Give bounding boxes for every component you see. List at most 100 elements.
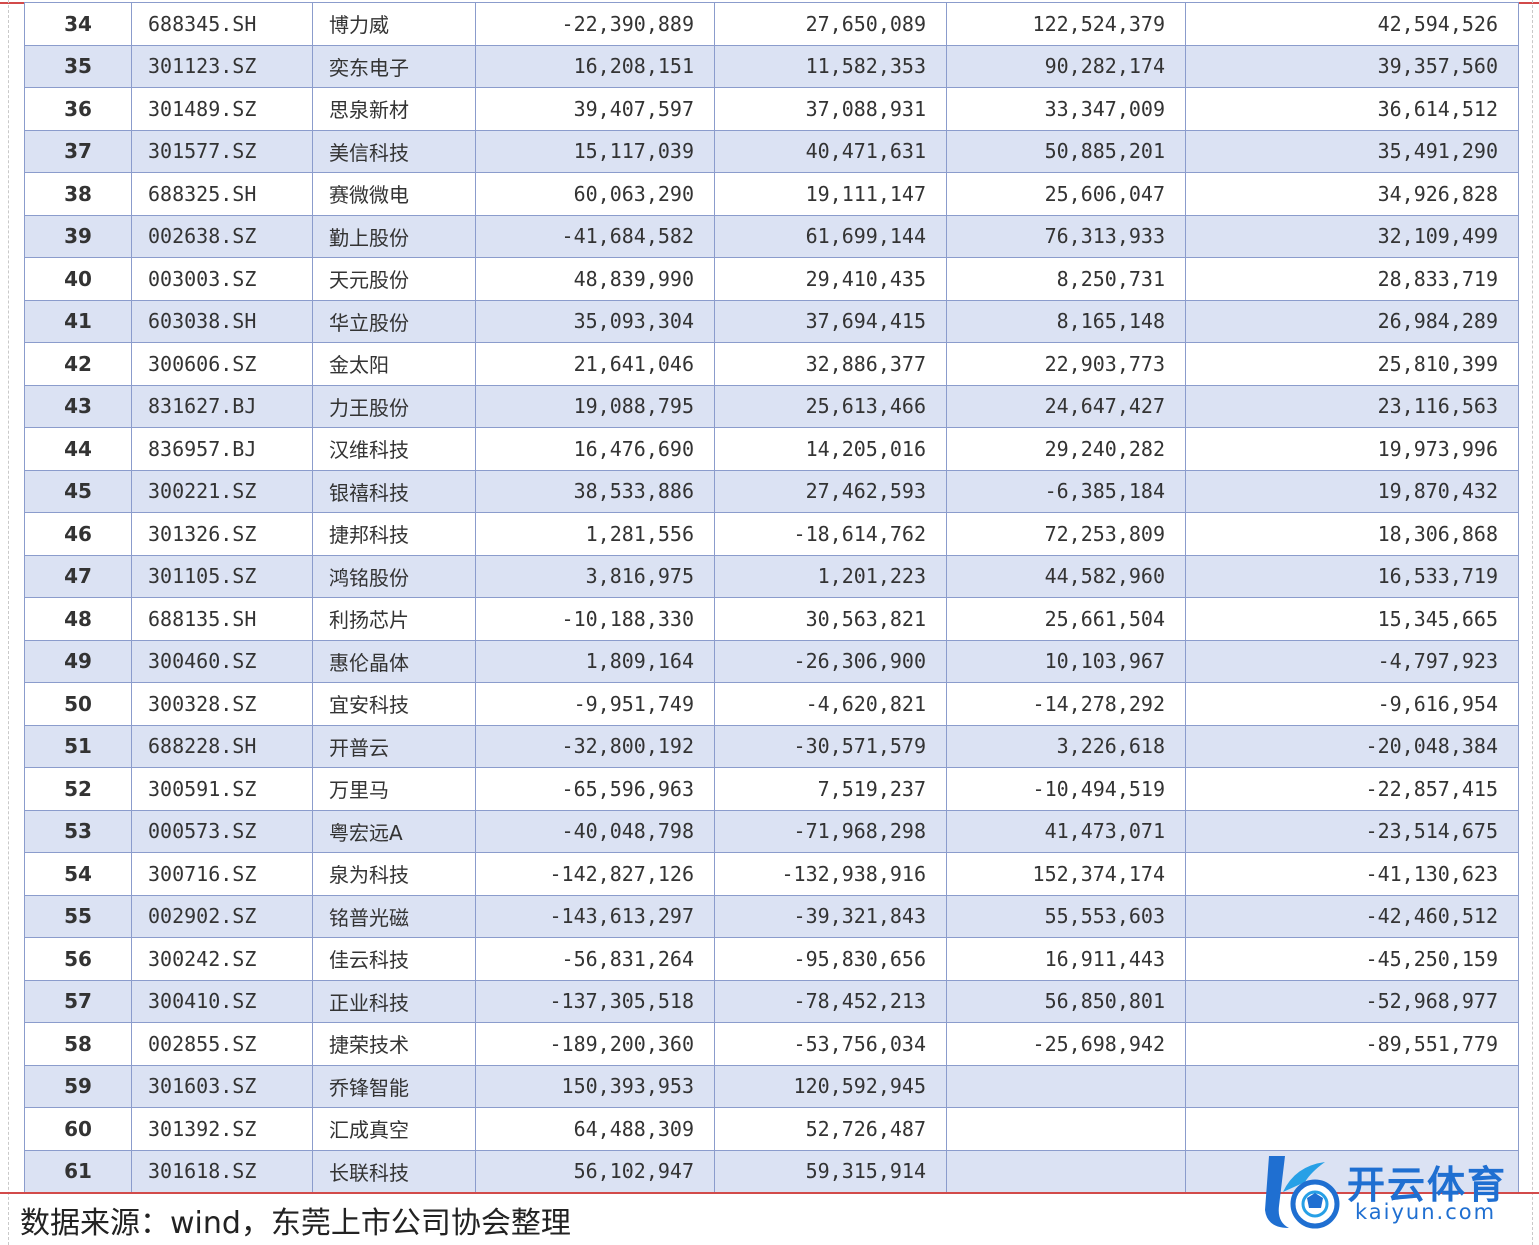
value-col-3-cell: 55,553,603 bbox=[946, 894, 1186, 938]
company-name-cell: 铭普光磁 bbox=[312, 894, 476, 938]
value-col-1-cell: 19,088,795 bbox=[475, 384, 715, 428]
value-col-2-cell: 25,613,466 bbox=[714, 384, 947, 428]
value-col-1-cell: 1,809,164 bbox=[475, 639, 715, 683]
company-name-cell: 正业科技 bbox=[312, 979, 476, 1023]
company-name-cell: 天元股份 bbox=[312, 257, 476, 301]
value-col-4-cell: -41,130,623 bbox=[1185, 852, 1519, 896]
kaiyun-logo-icon bbox=[1265, 1156, 1340, 1229]
value-col-1-cell: 16,208,151 bbox=[475, 44, 715, 88]
value-col-1-cell: 35,093,304 bbox=[475, 299, 715, 343]
value-col-1-cell: 3,816,975 bbox=[475, 554, 715, 598]
value-col-2-cell: 120,592,945 bbox=[714, 1064, 947, 1108]
table-row: 37 301577.SZ 美信科技 15,117,039 40,471,631 50,88… bbox=[24, 129, 1519, 173]
value-col-2-cell: -71,968,298 bbox=[714, 809, 947, 853]
value-col-4-cell: -23,514,675 bbox=[1185, 809, 1519, 853]
table-row: 54 300716.SZ 泉为科技 -142,827,126 -132,938,916 1… bbox=[24, 852, 1519, 896]
data-source-note: 数据来源：wind，东莞上市公司协会整理 bbox=[20, 1206, 571, 1241]
table-row: 53 000573.SZ 粤宏远A -40,048,798 -71,968,298 41,… bbox=[24, 809, 1519, 853]
table-row: 58 002855.SZ 捷荣技术 -189,200,360 -53,756,034 -2… bbox=[24, 1022, 1519, 1066]
row-index-cell: 53 bbox=[24, 809, 132, 853]
value-col-3-cell: -25,698,942 bbox=[946, 1022, 1186, 1066]
value-col-3-cell bbox=[946, 1107, 1186, 1151]
stock-code-cell: 603038.SH bbox=[131, 299, 313, 343]
value-col-4-cell: 34,926,828 bbox=[1185, 172, 1519, 216]
row-index-cell: 60 bbox=[24, 1107, 132, 1151]
table-row: 40 003003.SZ 天元股份 48,839,990 29,410,435 8,250… bbox=[24, 257, 1519, 301]
value-col-3-cell: 25,606,047 bbox=[946, 172, 1186, 216]
value-col-3-cell: 152,374,174 bbox=[946, 852, 1186, 896]
row-index-cell: 50 bbox=[24, 682, 132, 726]
stock-code-cell: 300242.SZ bbox=[131, 937, 313, 981]
company-name-cell: 粤宏远A bbox=[312, 809, 476, 853]
table-row: 39 002638.SZ 勤上股份 -41,684,582 61,699,144 76,3… bbox=[24, 214, 1519, 258]
table-row: 34 688345.SH 博力威 -22,390,889 27,650,089 122,5… bbox=[24, 2, 1519, 46]
row-index-cell: 61 bbox=[24, 1149, 132, 1193]
company-name-cell: 赛微微电 bbox=[312, 172, 476, 216]
value-col-2-cell: 59,315,914 bbox=[714, 1149, 947, 1193]
value-col-2-cell: 1,201,223 bbox=[714, 554, 947, 598]
stock-code-cell: 300328.SZ bbox=[131, 682, 313, 726]
row-index-cell: 55 bbox=[24, 894, 132, 938]
row-index-cell: 44 bbox=[24, 427, 132, 471]
company-name-cell: 乔锋智能 bbox=[312, 1064, 476, 1108]
value-col-4-cell: 42,594,526 bbox=[1185, 2, 1519, 46]
value-col-4-cell bbox=[1185, 1107, 1519, 1151]
row-index-cell: 54 bbox=[24, 852, 132, 896]
value-col-4-cell: -9,616,954 bbox=[1185, 682, 1519, 726]
company-name-cell: 博力威 bbox=[312, 2, 476, 46]
value-col-3-cell: 122,524,379 bbox=[946, 2, 1186, 46]
value-col-1-cell: -22,390,889 bbox=[475, 2, 715, 46]
value-col-1-cell: -41,684,582 bbox=[475, 214, 715, 258]
company-name-cell: 泉为科技 bbox=[312, 852, 476, 896]
value-col-4-cell: -22,857,415 bbox=[1185, 767, 1519, 811]
value-col-2-cell: -53,756,034 bbox=[714, 1022, 947, 1066]
row-index-cell: 41 bbox=[24, 299, 132, 343]
value-col-1-cell: 15,117,039 bbox=[475, 129, 715, 173]
value-col-3-cell: 44,582,960 bbox=[946, 554, 1186, 598]
table-row: 59 301603.SZ 乔锋智能 150,393,953 120,592,945 bbox=[24, 1064, 1519, 1108]
table-row: 46 301326.SZ 捷邦科技 1,281,556 -18,614,762 72,25… bbox=[24, 512, 1519, 556]
stock-code-cell: 300460.SZ bbox=[131, 639, 313, 683]
stock-code-cell: 002855.SZ bbox=[131, 1022, 313, 1066]
value-col-2-cell: 27,462,593 bbox=[714, 469, 947, 513]
row-index-cell: 51 bbox=[24, 724, 132, 768]
company-name-cell: 美信科技 bbox=[312, 129, 476, 173]
value-col-4-cell: 32,109,499 bbox=[1185, 214, 1519, 258]
value-col-4-cell: 35,491,290 bbox=[1185, 129, 1519, 173]
stock-code-cell: 301489.SZ bbox=[131, 87, 313, 131]
stock-code-cell: 003003.SZ bbox=[131, 257, 313, 301]
value-col-1-cell: 60,063,290 bbox=[475, 172, 715, 216]
table-row: 38 688325.SH 赛微微电 60,063,290 19,111,147 25,60… bbox=[24, 172, 1519, 216]
row-index-cell: 40 bbox=[24, 257, 132, 301]
value-col-2-cell: 19,111,147 bbox=[714, 172, 947, 216]
value-col-3-cell: 24,647,427 bbox=[946, 384, 1186, 428]
stock-code-cell: 000573.SZ bbox=[131, 809, 313, 853]
value-col-2-cell: 52,726,487 bbox=[714, 1107, 947, 1151]
value-col-2-cell: 14,205,016 bbox=[714, 427, 947, 471]
table-row: 42 300606.SZ 金太阳 21,641,046 32,886,377 22,903… bbox=[24, 342, 1519, 386]
value-col-1-cell: -40,048,798 bbox=[475, 809, 715, 853]
value-col-2-cell: -39,321,843 bbox=[714, 894, 947, 938]
value-col-2-cell: 32,886,377 bbox=[714, 342, 947, 386]
row-index-cell: 43 bbox=[24, 384, 132, 428]
value-col-4-cell: -42,460,512 bbox=[1185, 894, 1519, 938]
table-row: 36 301489.SZ 思泉新材 39,407,597 37,088,931 33,34… bbox=[24, 87, 1519, 131]
value-col-3-cell: -14,278,292 bbox=[946, 682, 1186, 726]
value-col-3-cell: 29,240,282 bbox=[946, 427, 1186, 471]
table-row: 51 688228.SH 开普云 -32,800,192 -30,571,579 3,22… bbox=[24, 724, 1519, 768]
value-col-2-cell: 30,563,821 bbox=[714, 597, 947, 641]
company-name-cell: 利扬芯片 bbox=[312, 597, 476, 641]
stock-code-cell: 300221.SZ bbox=[131, 469, 313, 513]
row-index-cell: 49 bbox=[24, 639, 132, 683]
value-col-4-cell: -20,048,384 bbox=[1185, 724, 1519, 768]
company-name-cell: 万里马 bbox=[312, 767, 476, 811]
value-col-2-cell: -30,571,579 bbox=[714, 724, 947, 768]
row-index-cell: 52 bbox=[24, 767, 132, 811]
company-name-cell: 佳云科技 bbox=[312, 937, 476, 981]
table-row: 44 836957.BJ 汉维科技 16,476,690 14,205,016 29,24… bbox=[24, 427, 1519, 471]
value-col-3-cell: 16,911,443 bbox=[946, 937, 1186, 981]
stock-code-cell: 831627.BJ bbox=[131, 384, 313, 428]
value-col-4-cell bbox=[1185, 1064, 1519, 1108]
row-index-cell: 37 bbox=[24, 129, 132, 173]
value-col-3-cell bbox=[946, 1149, 1186, 1193]
